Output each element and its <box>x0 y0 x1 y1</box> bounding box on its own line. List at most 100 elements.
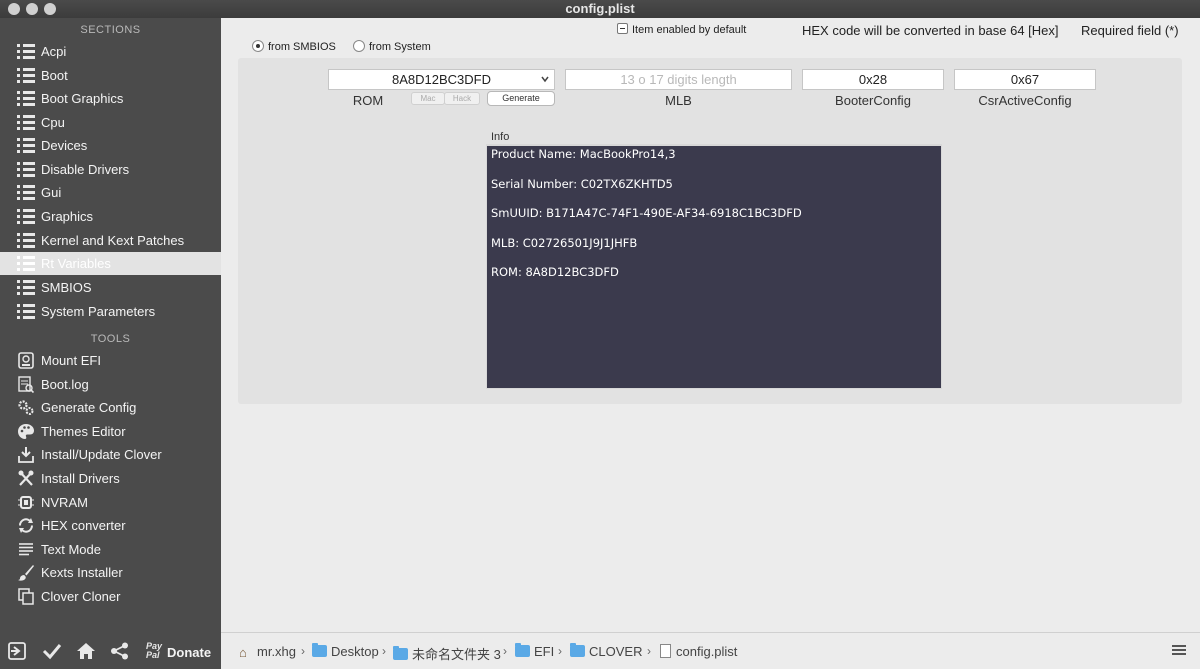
breadcrumb-desktop[interactable]: Desktop <box>312 643 379 659</box>
sidebar-item-boot[interactable]: Boot <box>0 64 221 87</box>
generate-button[interactable]: Generate <box>487 91 555 106</box>
tool-mount-efi[interactable]: Mount EFI <box>0 349 221 372</box>
sidebar-item-label: Acpi <box>41 44 67 59</box>
list-icon <box>17 280 35 295</box>
tool-label: Text Mode <box>41 542 101 557</box>
tool-nvram[interactable]: NVRAM <box>0 491 221 514</box>
tool-kexts-installer[interactable]: Kexts Installer <box>0 561 221 584</box>
sidebar-item-smbios[interactable]: SMBIOS <box>0 276 221 299</box>
mlb-input[interactable]: 13 o 17 digits length <box>565 69 792 90</box>
paypal-logo[interactable]: Pay Pal <box>146 642 162 660</box>
folder-icon <box>515 643 530 657</box>
sidebar-item-system-parameters[interactable]: System Parameters <box>0 300 221 323</box>
tool-install-drivers[interactable]: Install Drivers <box>0 467 221 490</box>
sidebar-item-acpi[interactable]: Acpi <box>0 40 221 63</box>
rom-label: ROM <box>352 93 384 108</box>
list-icon <box>17 256 35 271</box>
list-icon <box>17 138 35 153</box>
sidebar-item-cpu[interactable]: Cpu <box>0 111 221 134</box>
chevron-right-icon: › <box>382 644 386 658</box>
minimize-window-button[interactable] <box>26 3 38 15</box>
sidebar-item-gui[interactable]: Gui <box>0 181 221 204</box>
tool-text-mode[interactable]: Text Mode <box>0 538 221 561</box>
sidebar-item-label: System Parameters <box>41 304 156 319</box>
donate-button[interactable]: Donate <box>167 645 211 660</box>
main-content: Item enabled by default HEX code will be… <box>221 18 1200 632</box>
sidebar-item-label: Kernel and Kext Patches <box>41 233 185 248</box>
csr-active-config-input[interactable]: 0x67 <box>954 69 1096 90</box>
sidebar-item-boot-graphics[interactable]: Boot Graphics <box>0 87 221 110</box>
checkmark-icon[interactable] <box>42 642 62 664</box>
radio-indicator <box>252 40 264 52</box>
gears-icon <box>17 399 35 416</box>
tool-install-update-clover[interactable]: Install/Update Clover <box>0 443 221 466</box>
info-product-name: Product Name: MacBookPro14,3 <box>491 147 676 161</box>
hamburger-menu-icon[interactable] <box>1172 645 1186 656</box>
hack-button[interactable]: Hack <box>444 92 480 105</box>
rom-select[interactable]: 8A8D12BC3DFD <box>328 69 555 90</box>
tool-hex-converter[interactable]: HEX converter <box>0 514 221 537</box>
sidebar-item-label: Disable Drivers <box>41 162 130 177</box>
list-icon <box>17 233 35 248</box>
tool-clover-cloner[interactable]: Clover Cloner <box>0 585 221 608</box>
breadcrumb-efi[interactable]: EFI <box>515 643 554 659</box>
breadcrumb-untitled-folder[interactable]: 未命名文件夹 3 <box>393 644 501 663</box>
title-bar: config.plist <box>0 0 1200 18</box>
breadcrumb-config-plist[interactable]: config.plist <box>660 644 737 659</box>
sidebar-item-rt-variables[interactable]: Rt Variables <box>0 252 221 275</box>
tool-label: Clover Cloner <box>41 589 121 604</box>
mlb-label: MLB <box>665 93 692 108</box>
close-window-button[interactable] <box>8 3 20 15</box>
tools-header: TOOLS <box>90 333 131 345</box>
export-icon[interactable] <box>8 642 26 664</box>
chip-icon <box>17 494 35 511</box>
tool-label: Install Drivers <box>41 471 120 486</box>
item-enabled-checkbox[interactable]: Item enabled by default <box>617 22 746 36</box>
tool-boot-log[interactable]: Boot.log <box>0 373 221 396</box>
chevron-right-icon: › <box>647 644 651 658</box>
tool-generate-config[interactable]: Generate Config <box>0 396 221 419</box>
sidebar-item-disable-drivers[interactable]: Disable Drivers <box>0 158 221 181</box>
radio-from-system[interactable]: from System <box>353 40 431 53</box>
mac-button[interactable]: Mac <box>411 92 445 105</box>
refresh-icon <box>17 517 35 534</box>
checkbox-indicator <box>617 23 628 34</box>
sidebar-item-graphics[interactable]: Graphics <box>0 205 221 228</box>
paypal-text-2: Pal <box>146 650 160 660</box>
item-enabled-label: Item enabled by default <box>632 24 747 36</box>
home-icon[interactable] <box>76 642 96 664</box>
sidebar-item-devices[interactable]: Devices <box>0 134 221 157</box>
info-box[interactable]: Product Name: MacBookPro14,3 Serial Numb… <box>486 144 942 389</box>
breadcrumb-clover[interactable]: CLOVER <box>570 643 643 659</box>
required-note: Required field (*) <box>1081 23 1179 38</box>
clone-icon <box>17 588 35 605</box>
info-rom: ROM: 8A8D12BC3DFD <box>491 265 619 279</box>
list-icon <box>17 44 35 59</box>
csr-active-config-label: CsrActiveConfig <box>978 93 1072 108</box>
tool-themes-editor[interactable]: Themes Editor <box>0 420 221 443</box>
disk-icon <box>17 352 35 369</box>
chevron-right-icon: › <box>301 644 305 658</box>
breadcrumb-home[interactable]: ⌂ mr.xhg <box>239 644 296 659</box>
home-icon: ⌂ <box>239 645 247 660</box>
sidebar-item-kernel-and-kext-patches[interactable]: Kernel and Kext Patches <box>0 229 221 252</box>
info-label: Info <box>491 131 510 143</box>
list-icon <box>17 115 35 130</box>
list-icon <box>17 209 35 224</box>
breadcrumb-label: CLOVER <box>589 644 643 659</box>
breadcrumb-label: config.plist <box>676 644 738 659</box>
radio-from-smbios[interactable]: from SMBIOS <box>252 40 336 53</box>
hex-note: HEX code will be converted in base 64 [H… <box>802 23 1059 38</box>
list-icon <box>17 68 35 83</box>
share-icon[interactable] <box>110 642 130 664</box>
booter-config-input[interactable]: 0x28 <box>802 69 944 90</box>
log-icon <box>17 376 35 394</box>
zoom-window-button[interactable] <box>44 3 56 15</box>
sidebar-item-label: Gui <box>41 185 62 200</box>
sidebar-item-label: Cpu <box>41 115 65 130</box>
list-icon <box>17 304 35 319</box>
sections-header: SECTIONS <box>80 24 141 36</box>
folder-icon <box>312 643 327 657</box>
tool-label: Install/Update Clover <box>41 447 162 462</box>
booter-config-label: BooterConfig <box>835 93 911 108</box>
